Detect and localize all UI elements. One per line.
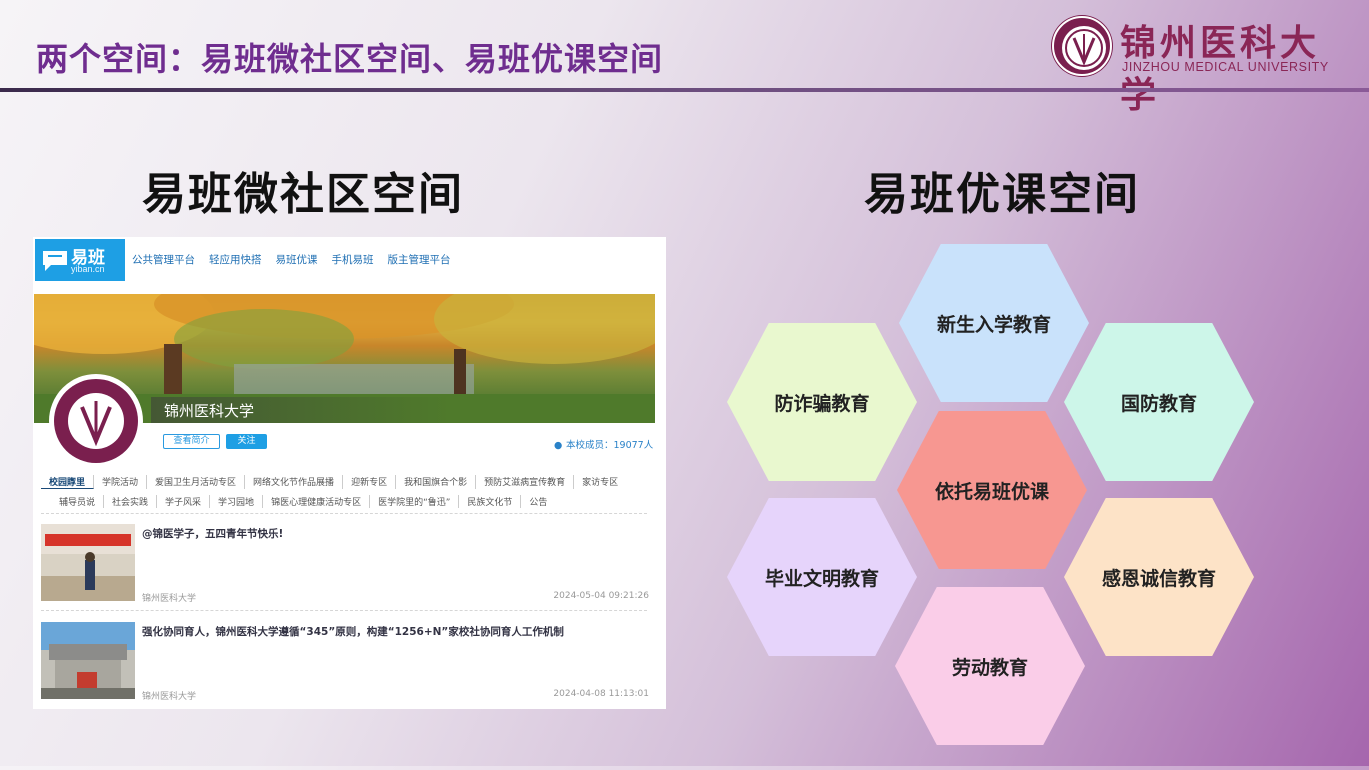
nav-mobile-yiban[interactable]: 手机易班: [332, 252, 374, 267]
tab-campus[interactable]: 校园賯里: [41, 475, 95, 489]
right-section-heading: 易班优课空间: [864, 169, 1140, 220]
hex-label: 劳动教育: [951, 656, 1028, 679]
hex-center-yiban-course: 依托易班优课: [897, 411, 1087, 569]
hex-graduation-education: 毕业文明教育: [727, 498, 917, 656]
hex-freshman-education: 新生入学教育: [899, 244, 1089, 402]
hex-label: 依托易班优课: [934, 480, 1049, 503]
tab-aids-prevention[interactable]: 预防艾滋病宣传教育: [476, 475, 575, 489]
post-thumbnail: [41, 622, 135, 699]
hex-labor-education: 劳动教育: [895, 587, 1085, 745]
divider: [41, 513, 647, 514]
left-section-heading: 易班微社区空间: [142, 169, 464, 220]
post-source: 锦州医科大学: [142, 692, 197, 702]
university-logo: 锦州医科大学 JINZHOU MEDICAL UNIVERSITY: [1052, 14, 1352, 116]
view-intro-button[interactable]: 查看简介: [163, 434, 220, 449]
yiban-logo-domain: yiban.cn: [71, 264, 105, 274]
tab-student-style[interactable]: 学子风采: [157, 495, 211, 508]
divider: [41, 610, 647, 611]
nav-moderator-platform[interactable]: 版主管理平台: [388, 252, 451, 267]
people-icon: ●: [554, 440, 563, 451]
tab-counselor[interactable]: 辅导员说: [51, 495, 105, 508]
hex-label: 国防教育: [1120, 392, 1197, 415]
tab-home-visit[interactable]: 家访专区: [574, 475, 626, 489]
tab-luxun[interactable]: 医学院里的“鲁迅”: [370, 495, 460, 508]
tab-announcement[interactable]: 公告: [521, 495, 555, 508]
nav-yiban-course[interactable]: 易班优课: [276, 252, 318, 267]
logo-english-name: JINZHOU MEDICAL UNIVERSITY: [1122, 60, 1329, 74]
hex-label: 防诈骗教育: [774, 392, 870, 415]
university-seal-icon: [1052, 16, 1112, 76]
post-title[interactable]: 强化协同育人，锦州医科大学遵循“345”原则，构建“1256+N”家校社协同育人…: [142, 624, 564, 639]
post-time: 2024-04-08 11:13:01: [553, 689, 649, 699]
post-item[interactable]: @锦医学子，五四青年节快乐! 锦州医科大学 2024-05-04 09:21:2…: [41, 524, 649, 604]
tab-mental-health[interactable]: 锦医心理健康活动专区: [263, 495, 371, 508]
tab-ethnic-culture[interactable]: 民族文化节: [459, 495, 522, 508]
nav-light-app[interactable]: 轻应用快搭: [209, 252, 262, 267]
slide-title: 两个空间：易班微社区空间、易班优课空间: [36, 40, 664, 78]
footer-line: [0, 766, 1369, 770]
tab-row-1: 校园賯里 学院活动 爱国卫生月活动专区 网络文化节作品展播 迎新专区 我和国旗合…: [41, 475, 647, 489]
member-count: ● 本校成员：19077人: [554, 437, 653, 451]
hex-label: 感恩诚信教育: [1101, 567, 1216, 590]
tab-network-culture[interactable]: 网络文化节作品展播: [245, 475, 344, 489]
post-time: 2024-05-04 09:21:26: [553, 591, 649, 601]
nav-links: 公共管理平台 轻应用快搭 易班优课 手机易班 版主管理平台: [132, 252, 465, 267]
post-item[interactable]: 强化协同育人，锦州医科大学遵循“345”原则，构建“1256+N”家校社协同育人…: [41, 622, 649, 702]
slide: 两个空间：易班微社区空间、易班优课空间 锦州医科大学 JINZHOU MEDIC…: [0, 0, 1369, 770]
yiban-community-screenshot: 易班 yiban.cn 公共管理平台 轻应用快搭 易班优课 手机易班 版主管理平…: [33, 237, 666, 709]
nav-public-admin[interactable]: 公共管理平台: [132, 252, 195, 267]
post-title[interactable]: @锦医学子，五四青年节快乐!: [142, 526, 283, 541]
yiban-logo[interactable]: 易班 yiban.cn: [35, 239, 125, 281]
post-thumbnail: [41, 524, 135, 601]
hex-label: 毕业文明教育: [764, 567, 879, 590]
member-count-text: 本校成员：19077人: [566, 440, 654, 451]
tab-welcome[interactable]: 迎新专区: [343, 475, 397, 489]
banner-school-name: 锦州医科大学: [164, 402, 255, 420]
tab-health-month[interactable]: 爱国卫生月活动专区: [147, 475, 246, 489]
tab-college-activity[interactable]: 学院活动: [94, 475, 148, 489]
school-seal-icon: [49, 374, 143, 468]
tab-social-practice[interactable]: 社会实践: [104, 495, 158, 508]
tab-study-garden[interactable]: 学习园地: [210, 495, 264, 508]
tab-flag-photo[interactable]: 我和国旗合个影: [396, 475, 477, 489]
yiban-nav-bar: 易班 yiban.cn 公共管理平台 轻应用快搭 易班优课 手机易班 版主管理平…: [33, 237, 666, 283]
header-divider: [0, 88, 1369, 92]
yiban-chat-icon: [43, 251, 67, 271]
tab-row-2: 辅导员说 社会实践 学子风采 学习园地 锦医心理健康活动专区 医学院里的“鲁迅”…: [51, 495, 657, 508]
post-source: 锦州医科大学: [142, 594, 197, 604]
follow-button[interactable]: 关注: [226, 434, 267, 449]
hex-label: 新生入学教育: [936, 313, 1051, 336]
hex-national-defense-education: 国防教育: [1064, 323, 1254, 481]
hex-gratitude-integrity-education: 感恩诚信教育: [1064, 498, 1254, 656]
hex-anti-fraud-education: 防诈骗教育: [727, 323, 917, 481]
